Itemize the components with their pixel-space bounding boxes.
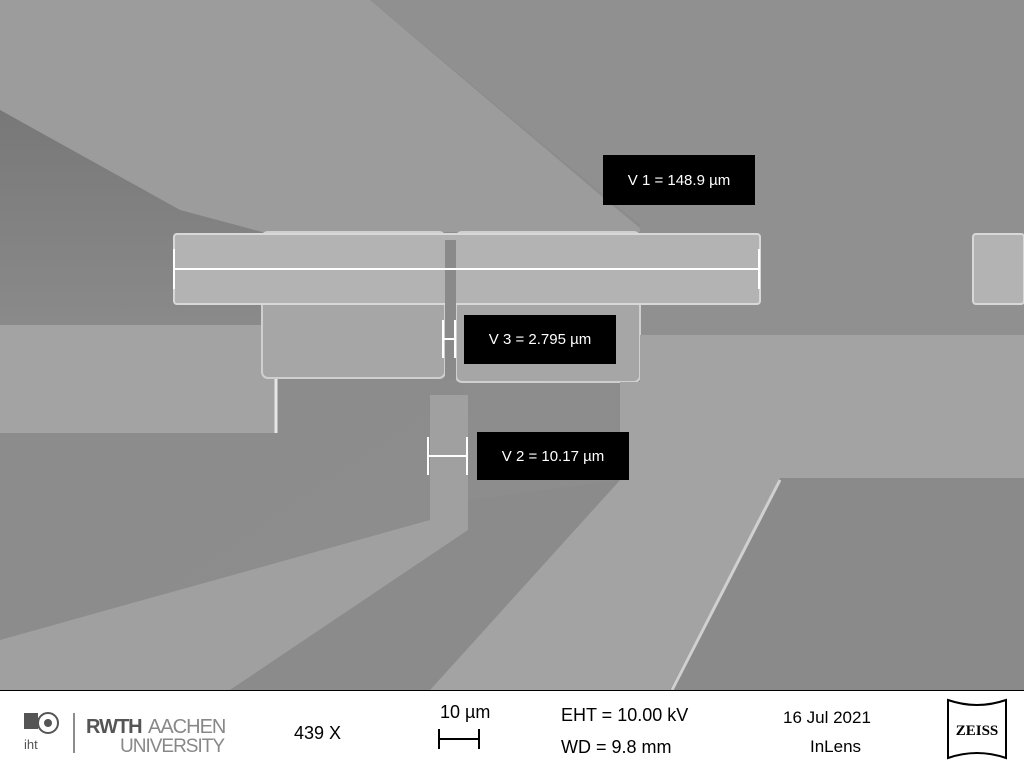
measurement-label-v3: V 3 = 2.795 µm (464, 315, 616, 364)
scale-bar (438, 729, 480, 749)
svg-text:AACHEN: AACHEN (148, 716, 225, 738)
rwth-logo-icon: RWTH AACHEN UNIVERSITY (73, 713, 226, 755)
left-lead (0, 325, 276, 433)
magnification: 439 X (294, 723, 342, 743)
info-bar: iht RWTH AACHEN UNIVERSITY 439 X 10 µm E… (0, 690, 1024, 768)
iht-logo-icon: iht (22, 711, 62, 753)
svg-text:RWTH: RWTH (86, 716, 142, 738)
right-bar-stub (972, 233, 1024, 305)
measurement-label-v1: V 1 = 148.9 µm (603, 155, 755, 205)
eht-value: EHT = 10.00 kV (561, 705, 689, 725)
sem-micrograph-view: V 1 = 148.9 µm V 3 = 2.795 µm V 2 = 10.1… (0, 0, 1024, 768)
svg-text:ZEISS: ZEISS (956, 723, 999, 739)
capture-date: 16 Jul 2021 (783, 708, 871, 727)
scale-bar-label: 10 µm (440, 702, 491, 722)
svg-text:iht: iht (24, 737, 38, 752)
working-distance: WD = 9.8 mm (561, 737, 672, 757)
measurement-label-v2: V 2 = 10.17 µm (477, 432, 629, 480)
zeiss-logo-icon: ZEISS (947, 698, 1007, 760)
detector: InLens (810, 737, 862, 756)
svg-text:UNIVERSITY: UNIVERSITY (120, 736, 225, 755)
